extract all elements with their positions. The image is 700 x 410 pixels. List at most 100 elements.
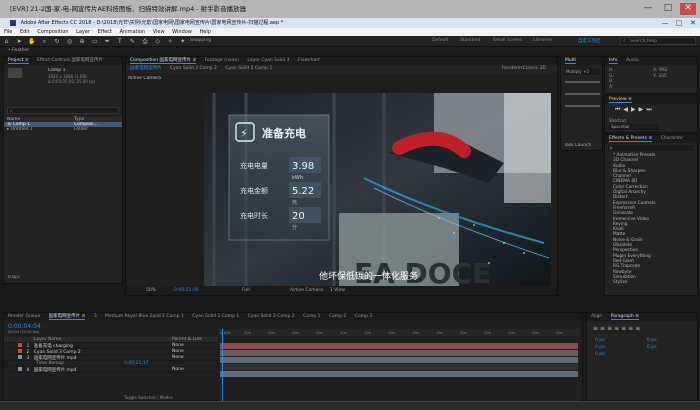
- project-search-input[interactable]: ⌕: [7, 107, 119, 114]
- toggle-switches-modes[interactable]: Toggle Switches / Modes: [124, 395, 173, 400]
- tab-timeline-cyan-1[interactable]: Cyan Solid 1 Comp 1: [192, 314, 239, 319]
- prev-frame-icon[interactable]: ◀: [623, 106, 631, 113]
- camera-tool-icon[interactable]: ◎: [65, 37, 74, 46]
- timeline-timecode[interactable]: 0:00:04:04: [8, 323, 41, 330]
- menu-composition[interactable]: Composition: [37, 29, 68, 35]
- tab-project[interactable]: Project ≡: [8, 58, 29, 64]
- tab-timeline-main[interactable]: 国家电网宣传片 ≡: [48, 314, 86, 320]
- space-before-value[interactable]: 0 px: [595, 351, 605, 358]
- indent-first-value[interactable]: 0 px: [595, 344, 605, 351]
- tab-timeline-royal-blue[interactable]: Medium Royal Blue Solid 1 Comp 1: [105, 314, 184, 319]
- effect-category[interactable]: Stylize: [605, 280, 697, 285]
- tab-preview[interactable]: Preview ≡: [609, 97, 632, 103]
- view-layout-select[interactable]: 1 View: [330, 286, 345, 295]
- puppet-tool-icon[interactable]: ✦: [178, 37, 187, 46]
- pen-tool-icon[interactable]: ✒: [103, 37, 112, 46]
- bit-depth-button[interactable]: 8 bpc: [8, 275, 20, 280]
- blend-dropdown[interactable]: Multiply +2: [564, 68, 600, 75]
- label-color-swatch[interactable]: [18, 355, 22, 359]
- tab-timeline-cyan-3[interactable]: Cyan Solid 3 Comp 2: [248, 314, 295, 319]
- workspace-default[interactable]: Default: [432, 38, 448, 43]
- tab-multi[interactable]: Multi: [565, 58, 576, 64]
- selection-tool-icon[interactable]: ➤: [15, 37, 24, 46]
- tab-timeline-comp-1[interactable]: Comp 1: [303, 314, 320, 319]
- type-tool-icon[interactable]: T: [115, 37, 124, 46]
- tab-info[interactable]: Info: [609, 58, 618, 64]
- menu-effect[interactable]: Effect: [98, 29, 112, 35]
- search-help-field[interactable]: ⌕ Search Help: [620, 37, 696, 45]
- app-minimize-button[interactable]: —: [658, 18, 672, 28]
- resolution-select[interactable]: Full: [242, 286, 250, 295]
- align-center-icon[interactable]: ≡: [600, 325, 607, 332]
- tab-layer[interactable]: Layer Cyan Solid 3: [247, 58, 289, 63]
- stamp-tool-icon[interactable]: ⎙: [141, 37, 150, 46]
- app-close-button[interactable]: ✕: [686, 18, 700, 28]
- pan-behind-tool-icon[interactable]: ⊕: [78, 37, 87, 46]
- maximize-button[interactable]: □: [660, 3, 676, 15]
- brush-tool-icon[interactable]: ✎: [128, 37, 137, 46]
- roto-tool-icon[interactable]: ✧: [166, 37, 175, 46]
- indent-left-value[interactable]: 0 px: [595, 337, 605, 344]
- camera-select[interactable]: Active Camera: [290, 286, 323, 295]
- slider-track[interactable]: [565, 105, 600, 107]
- composition-viewer[interactable]: EA DOCE ⚡ 准备充电 充电电量 3.98 kWh 充电金额 5.22 元…: [204, 93, 551, 286]
- time-ruler[interactable]: 0:00s 02s 04s 06s 08s 10s 12s 14s 16s 18…: [218, 329, 580, 336]
- play-icon[interactable]: ▶: [631, 106, 639, 113]
- tab-paragraph[interactable]: Paragraph ≡: [610, 314, 639, 320]
- hand-tool-icon[interactable]: ✋: [27, 37, 36, 46]
- workspace-standard[interactable]: Standard: [460, 38, 480, 43]
- tab-character[interactable]: Character: [661, 136, 683, 141]
- zoom-level[interactable]: 50%: [146, 286, 156, 295]
- workspace-small-screen[interactable]: Small Screen: [493, 38, 522, 43]
- rotate-tool-icon[interactable]: ↻: [52, 37, 61, 46]
- workspace-libraries[interactable]: Libraries: [533, 38, 552, 43]
- timeline-track-area[interactable]: 0:00s 02s 04s 06s 08s 10s 12s 14s 16s 18…: [218, 329, 580, 401]
- minimize-button[interactable]: —: [640, 3, 656, 15]
- effects-search-input[interactable]: ρ: [608, 145, 694, 151]
- workspace-custom[interactable]: 自定工作区: [578, 38, 601, 44]
- layer-bar[interactable]: [220, 357, 578, 363]
- tab-timeline-comp-2[interactable]: Comp 2: [329, 314, 346, 319]
- list-item[interactable]: ▸ Untitled 1 Folder: [4, 127, 122, 132]
- layer-parent[interactable]: None: [172, 367, 184, 373]
- tab-composition[interactable]: Composition 国家电网宣传片 ≡: [130, 58, 197, 64]
- label-color-swatch[interactable]: [18, 349, 22, 353]
- layer-bar[interactable]: [220, 371, 578, 377]
- layer-name-header[interactable]: Layer Name: [4, 337, 61, 342]
- slider-track[interactable]: [565, 81, 600, 83]
- layer-bar[interactable]: [220, 364, 578, 370]
- tab-timeline-comp-3[interactable]: Comp 3: [355, 314, 372, 319]
- menu-help[interactable]: Help: [199, 29, 210, 35]
- layer-bar[interactable]: [220, 343, 578, 349]
- shortcut-select[interactable]: Spacebar: [609, 124, 659, 130]
- space-after-value[interactable]: 0 px: [647, 344, 657, 351]
- tab-footage[interactable]: Footage (none): [205, 58, 239, 63]
- zoom-tool-icon[interactable]: ⌕: [40, 37, 49, 46]
- menu-file[interactable]: File: [4, 29, 12, 35]
- menu-window[interactable]: Window: [172, 29, 192, 35]
- label-color-swatch[interactable]: [18, 367, 22, 371]
- align-left-icon[interactable]: ≡: [593, 325, 600, 332]
- tab-render-queue[interactable]: Render Queue: [8, 314, 40, 319]
- label-color-swatch[interactable]: [18, 343, 22, 347]
- current-time-indicator[interactable]: [222, 329, 223, 401]
- tab-effect-controls[interactable]: Effect Controls 国家电网宣传片: [37, 58, 103, 63]
- indent-right-value[interactable]: 0 px: [647, 337, 657, 344]
- last-frame-icon[interactable]: ⏭: [646, 106, 654, 113]
- menu-animation[interactable]: Animation: [120, 29, 146, 35]
- menu-edit[interactable]: Edit: [20, 29, 30, 35]
- app-maximize-button[interactable]: □: [672, 18, 686, 28]
- viewer-timecode[interactable]: 0:00:21:00: [174, 286, 199, 295]
- eraser-tool-icon[interactable]: ◇: [153, 37, 162, 46]
- menu-view[interactable]: View: [153, 29, 165, 35]
- layer-bar[interactable]: [220, 350, 578, 356]
- tab-effects-presets[interactable]: Effects & Presets ≡: [609, 136, 653, 142]
- tab-audio[interactable]: Audio: [626, 58, 639, 63]
- tab-align[interactable]: Align: [591, 314, 602, 319]
- snapping-toggle[interactable]: Snapping: [190, 38, 211, 43]
- subtab-cyan-2[interactable]: Cyan Solid 2 Comp 1: [225, 66, 272, 71]
- rectangle-tool-icon[interactable]: ▭: [90, 37, 99, 46]
- renderer-value[interactable]: Classic 3D: [523, 65, 546, 73]
- table-row[interactable]: 4 国家电网宣传片.mp4 None: [4, 367, 217, 373]
- menu-layer[interactable]: Layer: [76, 29, 90, 35]
